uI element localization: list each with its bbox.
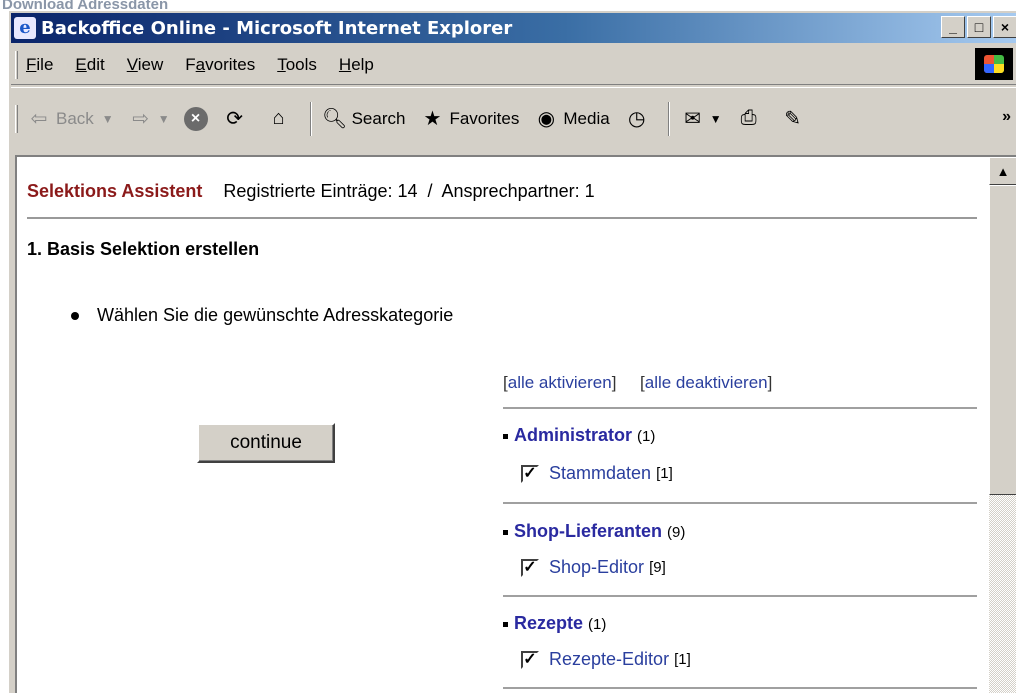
scrollbar-thumb[interactable] [989, 185, 1016, 495]
favorites-button[interactable]: ★ Favorites [419, 106, 519, 132]
category-name-link[interactable]: Rezepte [514, 613, 583, 633]
page-title: Selektions Assistent [27, 181, 203, 201]
refresh-button[interactable]: ⟳ [222, 106, 252, 132]
subcategory-item: ✓ Shop-Editor [9] [521, 557, 666, 578]
category-title: Shop-Lieferanten (9) [503, 521, 685, 542]
deactivate-all-link[interactable]: alle deaktivieren [645, 373, 768, 392]
menu-tools[interactable]: Tools [277, 55, 317, 75]
category-title: Administrator (1) [503, 425, 655, 446]
category-name-link[interactable]: Administrator [514, 425, 632, 445]
instruction-text: Wählen Sie die gewünschte Adresskategori… [97, 305, 454, 325]
selection-links: [alle aktivieren] [alle deaktivieren] [503, 373, 773, 392]
history-icon: ◷ [627, 108, 646, 130]
activate-all-link[interactable]: alle aktivieren [508, 373, 612, 392]
window-controls: _ □ × [941, 16, 1016, 38]
category-count: (1) [637, 428, 656, 445]
toolbar-separator-2 [667, 101, 670, 136]
page-viewport: Selektions Assistent Registrierte Einträ… [15, 155, 1016, 693]
square-bullet-icon [503, 529, 508, 535]
vertical-scrollbar[interactable]: ▲ [989, 157, 1016, 693]
edit-icon: ✎ [784, 108, 801, 130]
back-arrow-icon: ⇦ [30, 108, 48, 130]
menu-favorites[interactable]: Favorites [185, 55, 255, 75]
history-button[interactable]: ◷ [624, 106, 654, 132]
continue-button[interactable]: continue [197, 423, 335, 463]
forward-button[interactable]: ⇨ ▼ [128, 106, 170, 132]
category-count: (9) [667, 524, 686, 541]
maximize-button[interactable]: □ [967, 16, 991, 38]
mail-button[interactable]: ✉ ▼ [680, 106, 722, 132]
minimize-button[interactable]: _ [941, 16, 965, 38]
subcategory-count: [1] [674, 651, 691, 668]
scroll-up-icon[interactable]: ▲ [989, 157, 1016, 185]
home-button[interactable]: ⌂ [266, 106, 296, 132]
browser-window: e Backoffice Online - Microsoft Internet… [8, 10, 1016, 693]
back-button[interactable]: ⇦ Back ▼ [26, 106, 114, 132]
subcategory-count: [1] [656, 465, 673, 482]
favorites-icon: ★ [423, 108, 442, 130]
windows-logo-icon [975, 48, 1013, 80]
square-bullet-icon [503, 433, 508, 439]
toolbar-separator [309, 101, 312, 136]
media-button[interactable]: ◉ Media [533, 106, 610, 132]
mail-icon: ✉ [684, 108, 702, 130]
print-icon: ⎙ [740, 107, 757, 129]
subcategory-count: [9] [649, 559, 666, 576]
stop-icon: × [183, 106, 208, 131]
toolbar-grip-2[interactable] [15, 104, 18, 133]
home-icon: ⌂ [272, 107, 285, 129]
category-divider [503, 595, 977, 597]
category-divider [503, 687, 977, 689]
subcategory-name-link[interactable]: Rezepte-Editor [549, 649, 669, 670]
menu-edit[interactable]: Edit [75, 55, 104, 75]
forward-dropdown-icon[interactable]: ▼ [158, 112, 170, 126]
edit-button[interactable]: ✎ [780, 106, 810, 132]
subcategory-item: ✓ Rezepte-Editor [1] [521, 649, 691, 670]
back-dropdown-icon[interactable]: ▼ [102, 112, 114, 126]
standard-toolbar: ⇦ Back ▼ ⇨ ▼ × ⟳ ⌂ 🔍︎ Search ★ Favorites… [11, 87, 1016, 149]
menu-file[interactable]: File [26, 55, 53, 75]
menu-view[interactable]: View [127, 55, 164, 75]
category-count: (1) [588, 616, 607, 633]
toolbar-grip[interactable] [15, 50, 18, 79]
subcategory-item: ✓ Stammdaten [1] [521, 463, 673, 484]
toolbar-overflow-icon[interactable]: » [1002, 108, 1011, 126]
search-button[interactable]: 🔍︎ Search [322, 106, 406, 132]
title-bar[interactable]: e Backoffice Online - Microsoft Internet… [11, 13, 1016, 43]
mail-dropdown-icon[interactable]: ▼ [710, 112, 722, 126]
square-bullet-icon [503, 621, 508, 627]
category-title: Rezepte (1) [503, 613, 606, 634]
registration-stats: Registrierte Einträge: 14 / Ansprechpart… [223, 181, 595, 201]
page-content: Selektions Assistent Registrierte Einträ… [17, 157, 987, 693]
forward-arrow-icon: ⇨ [132, 108, 150, 130]
instruction: Wählen Sie die gewünschte Adresskategori… [71, 305, 453, 326]
step-title: 1. Basis Selektion erstellen [27, 239, 260, 259]
page-header: Selektions Assistent Registrierte Einträ… [27, 181, 595, 202]
print-button[interactable]: ⎙ [736, 106, 766, 132]
search-icon: 🔍︎ [321, 108, 348, 130]
window-title: Backoffice Online - Microsoft Internet E… [41, 17, 513, 39]
close-button[interactable]: × [993, 16, 1016, 38]
header-divider [27, 217, 977, 219]
bullet-icon [71, 311, 79, 320]
category-divider [503, 502, 977, 504]
ie-logo-icon: e [14, 17, 36, 39]
subcategory-checkbox[interactable]: ✓ [521, 464, 539, 483]
category-divider [503, 407, 977, 409]
menu-bar: File Edit View Favorites Tools Help [11, 45, 1016, 85]
category-name-link[interactable]: Shop-Lieferanten [514, 521, 662, 541]
subcategory-checkbox[interactable]: ✓ [521, 650, 539, 669]
stop-button[interactable]: × [183, 106, 208, 131]
menu-help[interactable]: Help [339, 55, 374, 75]
subcategory-name-link[interactable]: Shop-Editor [549, 557, 644, 578]
subcategory-checkbox[interactable]: ✓ [521, 558, 539, 577]
subcategory-name-link[interactable]: Stammdaten [549, 463, 651, 484]
refresh-icon: ⟳ [226, 108, 243, 130]
media-icon: ◉ [537, 108, 556, 130]
